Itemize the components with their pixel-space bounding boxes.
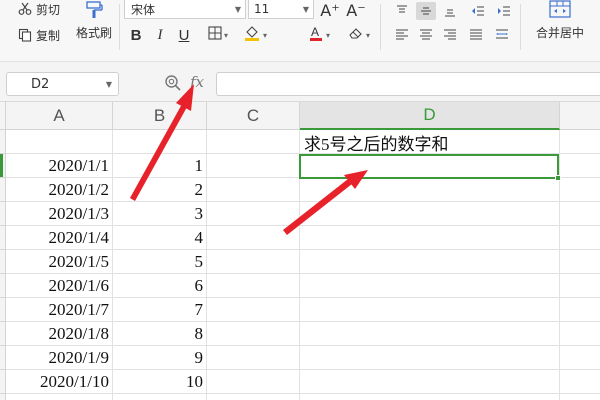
align-top-icon[interactable] bbox=[392, 2, 412, 20]
cell-b-row-8[interactable]: 7 bbox=[113, 298, 207, 322]
cell-b-row-7[interactable]: 6 bbox=[113, 274, 207, 298]
underline-label: U bbox=[178, 26, 190, 44]
bold-button[interactable]: B bbox=[126, 24, 146, 46]
name-box[interactable]: D2 ▼ bbox=[6, 72, 119, 96]
column-header-c[interactable]: C bbox=[207, 102, 300, 130]
fill-handle[interactable] bbox=[555, 175, 561, 181]
align-left-icon[interactable] bbox=[392, 26, 412, 44]
indent-decrease-icon[interactable] bbox=[468, 2, 488, 20]
italic-label: I bbox=[157, 26, 163, 43]
cell-d-row-6[interactable] bbox=[300, 250, 600, 274]
scissors-icon bbox=[18, 2, 32, 16]
bold-label: B bbox=[130, 26, 142, 44]
merge-center-label: 合并居中 bbox=[535, 26, 584, 40]
shrink-font-label: A⁻ bbox=[346, 0, 366, 20]
active-cell-d2[interactable] bbox=[299, 154, 559, 179]
cell-b-row-9[interactable]: 8 bbox=[113, 322, 207, 346]
grow-font-label: A⁺ bbox=[320, 0, 340, 20]
cell-b-row-10[interactable]: 9 bbox=[113, 346, 207, 370]
cell-a-row-7[interactable]: 2020/1/6 bbox=[6, 274, 113, 298]
cell-b-row-11[interactable]: 10 bbox=[113, 370, 207, 394]
cell-d-row-1[interactable]: 求5号之后的数字和 bbox=[300, 130, 600, 154]
spreadsheet-grid: A B C D 求5号之后的数字和 2020/1/1 1 2020/1/2 2 2020/… bbox=[0, 102, 600, 400]
cut-button[interactable]: 剪切 bbox=[18, 0, 60, 18]
zoom-search-icon[interactable] bbox=[164, 74, 182, 96]
column-header-a[interactable]: A bbox=[6, 102, 113, 130]
format-painter-label: 格式刷 bbox=[75, 26, 112, 40]
column-header-b[interactable]: B bbox=[113, 102, 207, 130]
align-right-icon[interactable] bbox=[440, 26, 460, 44]
underline-button[interactable]: U bbox=[174, 24, 194, 46]
font-color-icon: A bbox=[308, 25, 324, 45]
cell-a-row-5[interactable]: 2020/1/4 bbox=[6, 226, 113, 250]
cell-a-row-3[interactable]: 2020/1/2 bbox=[6, 178, 113, 202]
name-box-value: D2 bbox=[31, 76, 50, 92]
clear-button[interactable] bbox=[344, 24, 374, 46]
format-painter-button[interactable]: 格式刷 bbox=[74, 0, 114, 46]
justify-icon[interactable] bbox=[466, 26, 486, 44]
align-center-icon[interactable] bbox=[416, 26, 436, 44]
font-size-value: 11 bbox=[254, 2, 270, 16]
cell-a-row-11[interactable]: 2020/1/10 bbox=[6, 370, 113, 394]
cell-b-row-3[interactable]: 2 bbox=[113, 178, 207, 202]
chevron-down-icon: ▼ bbox=[302, 4, 310, 14]
fill-color-icon bbox=[243, 25, 261, 45]
ribbon: 剪切 复制 格式刷 宋体 ▼ 11 ▼ A⁺ A⁻ B I U ▾ ▾ A ▾ … bbox=[0, 0, 600, 62]
format-painter-icon bbox=[84, 0, 104, 20]
cell-a-row-1[interactable] bbox=[6, 130, 113, 154]
chevron-down-icon: ▼ bbox=[105, 79, 113, 89]
column-header-e[interactable] bbox=[560, 102, 600, 130]
column-header-d[interactable]: D bbox=[300, 102, 560, 130]
copy-button[interactable]: 复制 bbox=[18, 26, 60, 44]
cell-d-row-10[interactable] bbox=[300, 346, 600, 370]
font-size-select[interactable]: 11 ▼ bbox=[248, 0, 314, 19]
font-name-select[interactable]: 宋体 ▼ bbox=[124, 0, 246, 19]
active-row-marker bbox=[0, 154, 3, 178]
border-icon bbox=[208, 26, 222, 44]
formula-bar: D2 ▼ fx bbox=[0, 62, 600, 102]
cell-b-row-5[interactable]: 4 bbox=[113, 226, 207, 250]
font-color-button[interactable]: A bbox=[304, 24, 334, 46]
border-button[interactable] bbox=[204, 24, 232, 46]
merge-center-icon bbox=[549, 0, 571, 18]
cell-a-row-6[interactable]: 2020/1/5 bbox=[6, 250, 113, 274]
ribbon-divider bbox=[380, 4, 381, 50]
fill-color-button[interactable] bbox=[238, 24, 272, 46]
cell-a-row-2[interactable]: 2020/1/1 bbox=[6, 154, 113, 178]
italic-button[interactable]: I bbox=[150, 24, 170, 46]
align-middle-icon[interactable] bbox=[416, 2, 436, 20]
ribbon-divider bbox=[520, 4, 521, 50]
grow-font-button[interactable]: A⁺ bbox=[318, 0, 342, 20]
fx-icon[interactable]: fx bbox=[190, 73, 204, 91]
cell-d-row-11[interactable] bbox=[300, 370, 600, 394]
font-name-value: 宋体 bbox=[131, 2, 156, 17]
cell-d-row-4[interactable] bbox=[300, 202, 600, 226]
cell-a-row-4[interactable]: 2020/1/3 bbox=[6, 202, 113, 226]
cell-d-row-3[interactable] bbox=[300, 178, 600, 202]
cell-b-row-1[interactable] bbox=[113, 130, 207, 154]
cut-label: 剪切 bbox=[36, 2, 61, 17]
copy-label: 复制 bbox=[36, 28, 61, 43]
align-bottom-icon[interactable] bbox=[440, 2, 460, 20]
formula-input[interactable] bbox=[216, 72, 600, 96]
cell-a-row-9[interactable]: 2020/1/8 bbox=[6, 322, 113, 346]
cell-d-row-5[interactable] bbox=[300, 226, 600, 250]
chevron-down-icon: ▼ bbox=[234, 4, 242, 14]
cell-b-row-6[interactable]: 5 bbox=[113, 250, 207, 274]
copy-icon bbox=[18, 28, 32, 42]
cell-a-row-10[interactable]: 2020/1/9 bbox=[6, 346, 113, 370]
cell-a-row-8[interactable]: 2020/1/7 bbox=[6, 298, 113, 322]
cell-b-row-4[interactable]: 3 bbox=[113, 202, 207, 226]
merge-center-button[interactable]: 合并居中 bbox=[528, 0, 592, 50]
cell-d-row-8[interactable] bbox=[300, 298, 600, 322]
svg-text:A: A bbox=[311, 25, 319, 39]
indent-increase-icon[interactable] bbox=[494, 2, 514, 20]
cell-b-row-2[interactable]: 1 bbox=[113, 154, 207, 178]
clear-icon bbox=[348, 26, 364, 44]
shrink-font-button[interactable]: A⁻ bbox=[344, 0, 368, 20]
cell-d-row-9[interactable] bbox=[300, 322, 600, 346]
cell-d-row-7[interactable] bbox=[300, 274, 600, 298]
distributed-icon[interactable] bbox=[492, 26, 512, 44]
ribbon-divider bbox=[119, 4, 120, 50]
